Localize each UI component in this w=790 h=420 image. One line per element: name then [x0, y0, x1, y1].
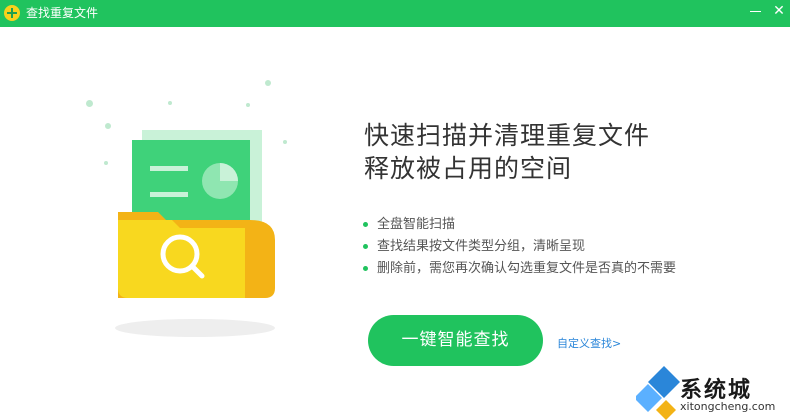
custom-scan-link[interactable]: 自定义查找>: [557, 335, 621, 351]
folder-front: [118, 220, 245, 298]
feature-text: 全盘智能扫描: [377, 217, 456, 232]
feature-item: 全盘智能扫描: [363, 214, 676, 236]
smart-scan-button[interactable]: 一键智能查找: [368, 315, 543, 366]
doc-line: [150, 192, 188, 197]
illustration-shadow: [115, 319, 275, 337]
bullet-icon: [363, 222, 368, 227]
minimize-icon: [749, 10, 761, 12]
feature-text: 查找结果按文件类型分组，清晰呈现: [377, 239, 586, 254]
headline-line-1: 快速扫描并清理重复文件: [364, 121, 651, 150]
headline: 快速扫描并清理重复文件 释放被占用的空间: [364, 119, 650, 185]
feature-list: 全盘智能扫描 查找结果按文件类型分组，清晰呈现 删除前，需您再次确认勾选重复文件…: [363, 214, 676, 280]
watermark-url: xitongcheng.com: [680, 400, 776, 413]
headline-line-2: 释放被占用的空间: [364, 154, 573, 183]
feature-item: 查找结果按文件类型分组，清晰呈现: [363, 236, 676, 258]
app-logo-icon: [4, 5, 20, 21]
feature-text: 删除前，需您再次确认勾选重复文件是否真的不需要: [377, 261, 677, 276]
window-title: 查找重复文件: [26, 6, 99, 20]
bullet-icon: [363, 266, 368, 271]
duplicate-files-illustration: [115, 130, 275, 337]
title-bar: 查找重复文件 ✕: [0, 0, 790, 27]
doc-line: [150, 166, 188, 171]
close-button[interactable]: ✕: [766, 0, 790, 24]
close-icon: ✕: [773, 3, 785, 19]
feature-item: 删除前，需您再次确认勾选重复文件是否真的不需要: [363, 258, 676, 280]
minimize-button[interactable]: [742, 0, 768, 24]
bullet-icon: [363, 244, 368, 249]
